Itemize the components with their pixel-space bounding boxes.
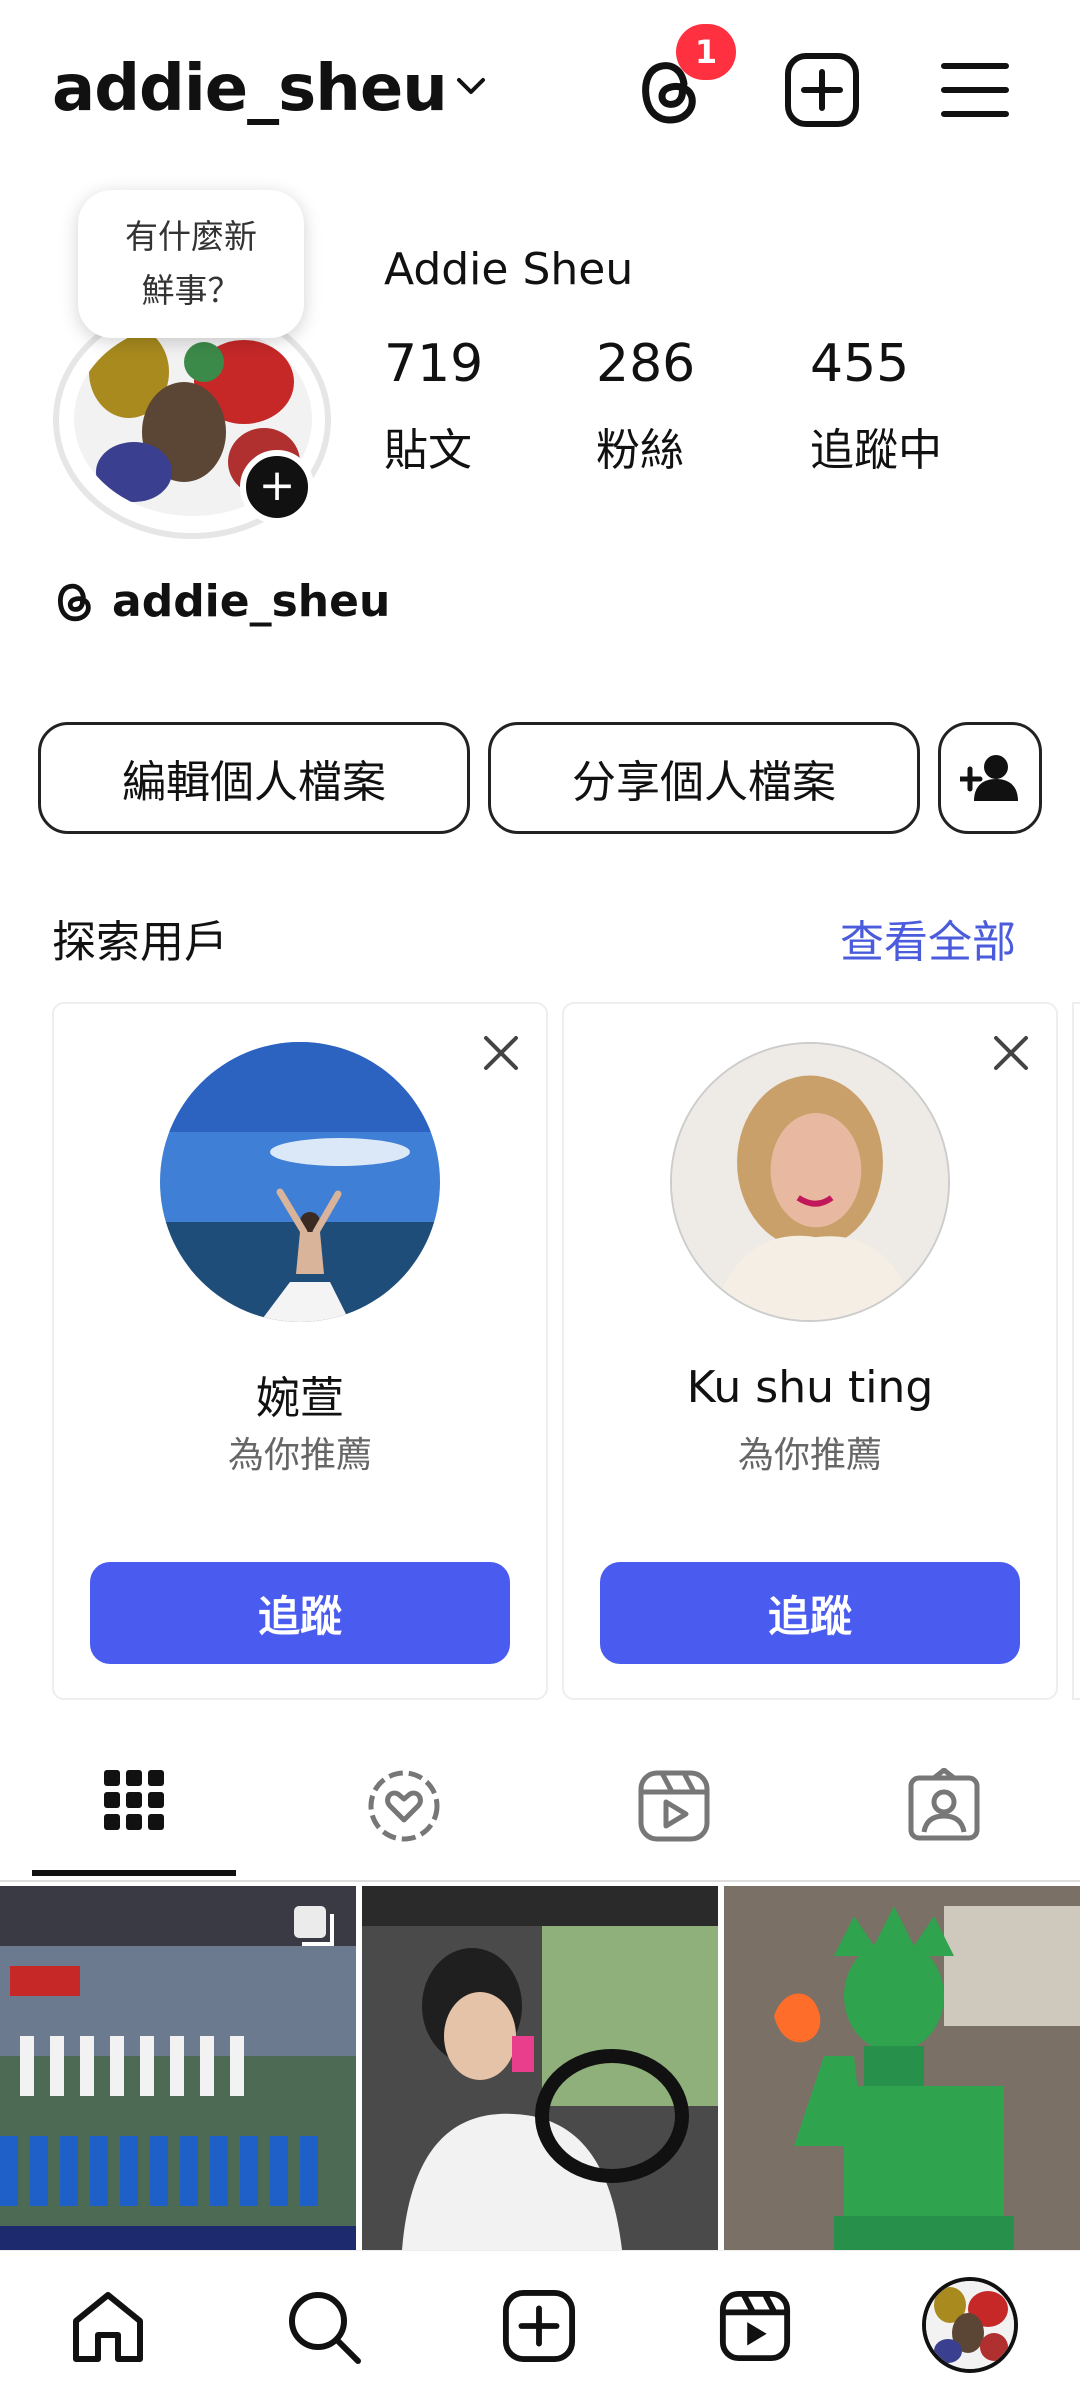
follow-button[interactable]: 追蹤 (600, 1562, 1020, 1664)
suggested-user-name: Ku shu ting (686, 1362, 934, 1413)
notification-badge: 1 (676, 24, 736, 80)
hamburger-menu-icon (941, 63, 1009, 117)
add-person-icon (960, 755, 1018, 801)
nav-home[interactable] (70, 2291, 146, 2363)
tab-divider (0, 1880, 1080, 1882)
add-story-button[interactable]: + (240, 450, 314, 524)
threads-icon (57, 583, 91, 621)
chevron-down-icon[interactable] (455, 74, 487, 98)
suggested-user-avatar[interactable] (670, 1042, 950, 1322)
suggested-user-card[interactable]: 婉萱 為你推薦 追蹤 (52, 1002, 548, 1700)
display-name: Addie Sheu (384, 244, 634, 295)
reels-icon (638, 1770, 710, 1842)
suggested-user-name: 婉萱 (256, 1373, 344, 1424)
share-profile-button[interactable]: 分享個人檔案 (488, 722, 920, 834)
follow-button[interactable]: 追蹤 (90, 1562, 510, 1664)
close-icon (484, 1036, 518, 1070)
note-bubble[interactable]: 有什麼新 鮮事？ (78, 190, 304, 338)
dismiss-suggestion-button[interactable] (992, 1034, 1030, 1072)
nav-create[interactable] (502, 2289, 576, 2363)
suggested-user-card-peek (1072, 1002, 1080, 1700)
suggested-user-card[interactable]: Ku shu ting 為你推薦 追蹤 (562, 1002, 1058, 1700)
nav-reels[interactable] (718, 2289, 792, 2363)
see-all-link[interactable]: 查看全部 (840, 906, 1016, 970)
close-icon (994, 1036, 1028, 1070)
suggested-reason: 為你推薦 (737, 1435, 882, 1476)
note-text-line2: 鮮事？ (141, 271, 241, 310)
suggested-reason: 為你推薦 (227, 1435, 372, 1476)
plus-square-icon (785, 53, 859, 127)
following-count[interactable]: 455 (810, 334, 909, 394)
reels-icon (719, 2290, 791, 2362)
discover-people-title: 探索用戶 (52, 917, 228, 968)
posts-label: 貼文 (384, 425, 472, 476)
active-tab-indicator (32, 1870, 236, 1876)
threads-handle-text: addie_sheu (112, 576, 391, 627)
search-icon (289, 2292, 361, 2364)
posts-count[interactable]: 719 (384, 334, 483, 394)
plus-square-icon (502, 2289, 576, 2363)
post-thumbnail[interactable] (362, 1886, 718, 2250)
nav-search[interactable] (286, 2289, 362, 2365)
edit-profile-button[interactable]: 編輯個人檔案 (38, 722, 470, 834)
tagged-user-icon (908, 1768, 980, 1841)
threads-profile-link[interactable]: addie_sheu (52, 576, 390, 627)
home-icon (73, 2292, 143, 2362)
tab-activity[interactable] (366, 1768, 442, 1844)
followers-label: 粉絲 (596, 425, 684, 476)
followers-count[interactable]: 286 (596, 334, 695, 394)
following-label: 追蹤中 (810, 425, 942, 476)
nav-profile-avatar[interactable] (922, 2277, 1018, 2373)
dismiss-suggestion-button[interactable] (482, 1034, 520, 1072)
tab-reels[interactable] (636, 1768, 712, 1844)
create-post-button[interactable] (784, 52, 860, 128)
menu-button[interactable] (940, 60, 1010, 120)
profile-username-switcher[interactable]: addie_sheu (52, 52, 448, 126)
tab-posts-grid[interactable] (102, 1768, 166, 1832)
note-text-line1: 有什麼新 (125, 217, 257, 256)
carousel-icon (292, 1904, 336, 1948)
grid-icon (104, 1770, 164, 1830)
post-thumbnail[interactable] (724, 1886, 1080, 2250)
activity-heart-icon (368, 1770, 440, 1842)
post-thumbnail[interactable] (0, 1886, 356, 2250)
bottom-navigation (0, 2250, 1080, 2394)
discover-people-button[interactable] (938, 722, 1042, 834)
tab-tagged[interactable] (906, 1768, 982, 1844)
suggested-user-avatar[interactable] (160, 1042, 440, 1322)
